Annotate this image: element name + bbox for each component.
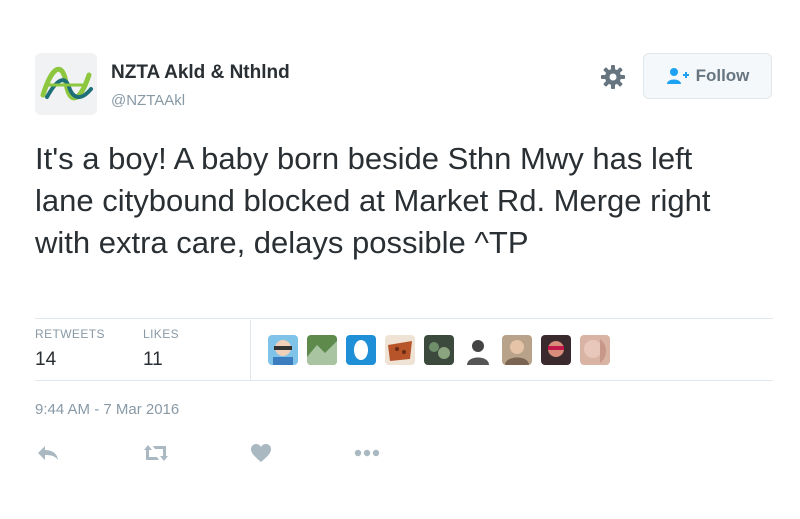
like-heart-icon[interactable] <box>246 442 276 464</box>
reply-icon[interactable] <box>33 442 63 464</box>
likes-count: 11 <box>143 349 163 370</box>
add-user-icon <box>666 68 689 84</box>
retweets-count: 14 <box>35 349 57 370</box>
liker-avatar[interactable] <box>541 335 571 365</box>
retweets-label: RETWEETS <box>35 327 105 341</box>
nzta-logo-icon <box>40 67 93 101</box>
follow-label: Follow <box>695 66 750 85</box>
gear-icon[interactable] <box>600 64 626 90</box>
account-name[interactable]: NZTA Akld & Nthlnd <box>111 62 290 84</box>
liker-avatar[interactable] <box>268 335 298 365</box>
likes-stat[interactable]: LIKES 11 <box>143 327 179 371</box>
stats-separator <box>250 320 251 380</box>
more-icon[interactable] <box>352 442 382 464</box>
account-handle[interactable]: @NZTAAkl <box>111 92 185 109</box>
liker-avatar[interactable] <box>502 335 532 365</box>
divider <box>35 380 773 381</box>
likers-avatars <box>268 335 610 365</box>
liker-avatar[interactable] <box>346 335 376 365</box>
likes-label: LIKES <box>143 327 180 341</box>
divider <box>35 318 773 319</box>
liker-avatar[interactable] <box>463 335 493 365</box>
retweet-icon[interactable] <box>141 442 171 464</box>
tweet-timestamp[interactable]: 9:44 AM - 7 Mar 2016 <box>35 401 179 418</box>
tweet-text: It's a boy! A baby born beside Sthn Mwy … <box>35 141 711 260</box>
account-avatar[interactable] <box>35 53 97 115</box>
follow-button[interactable]: Follow <box>643 53 772 99</box>
liker-avatar[interactable] <box>424 335 454 365</box>
retweets-stat[interactable]: RETWEETS 14 <box>35 327 105 371</box>
liker-avatar[interactable] <box>580 335 610 365</box>
liker-avatar[interactable] <box>307 335 337 365</box>
liker-avatar[interactable] <box>385 335 415 365</box>
